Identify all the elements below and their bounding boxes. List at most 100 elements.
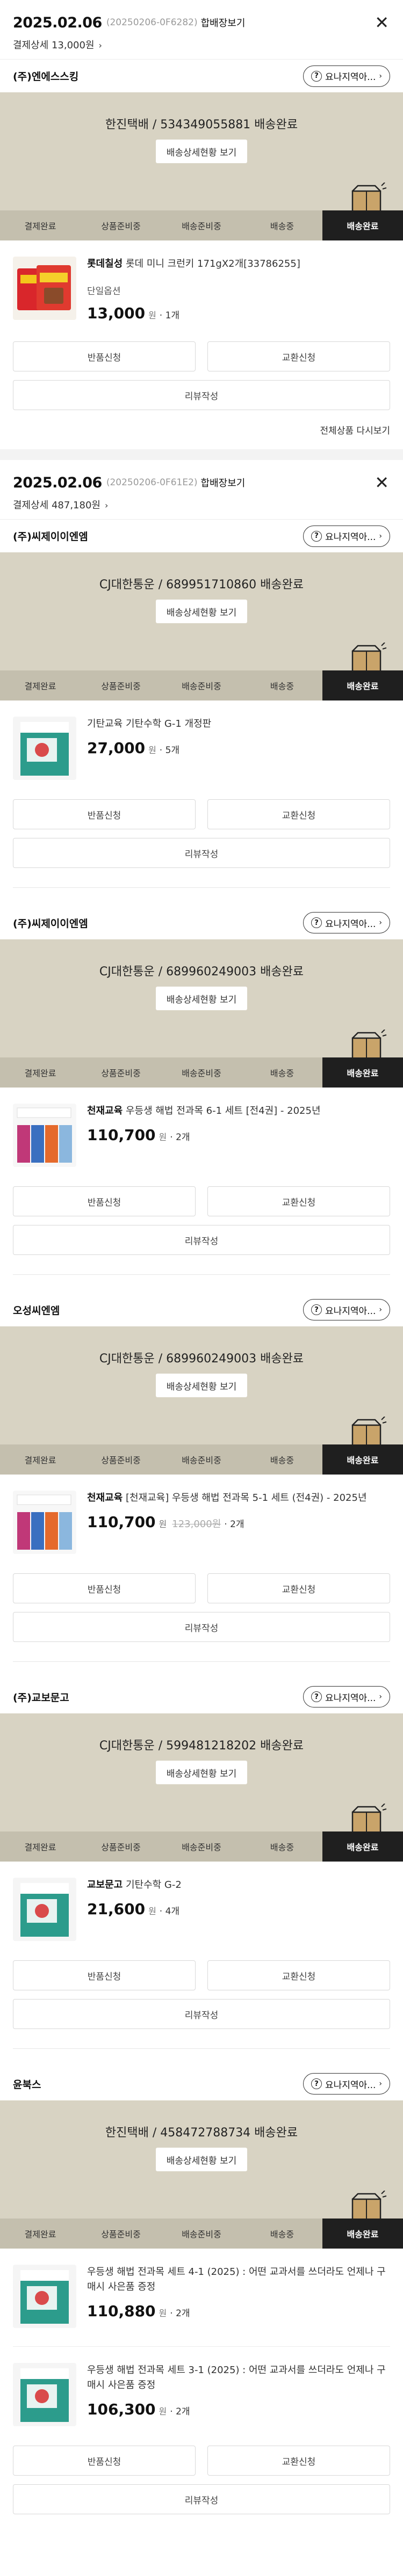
delivery-step: 상품준비중 — [101, 2229, 141, 2239]
item-title[interactable]: 우등생 해법 전과목 세트 3-1 (2025) : 어떤 교과서를 쓰더라도 … — [87, 2363, 390, 2393]
tracking-detail-button[interactable]: 배송상세현황 보기 — [156, 600, 247, 623]
review-button[interactable]: 리뷰작성 — [13, 1225, 390, 1255]
seller-help-button[interactable]: ? 요나지역아... › — [303, 1299, 390, 1320]
tracking-detail-button[interactable]: 배송상세현황 보기 — [156, 2148, 247, 2171]
item-title[interactable]: 교보문고 기탄수학 G-2 — [87, 1878, 390, 1893]
return-button[interactable]: 반품신청 — [13, 1960, 196, 1990]
box-icon — [349, 2190, 387, 2223]
seller-help-button[interactable]: ? 요나지역아... › — [303, 525, 390, 547]
delivery-step: 배송중 — [270, 681, 294, 691]
action-buttons: 반품신청 교환신청리뷰작성 — [0, 1941, 403, 2029]
delivery-step: 배송준비중 — [182, 681, 221, 691]
tracking-detail-button[interactable]: 배송상세현황 보기 — [156, 987, 247, 1010]
tracking-detail-button[interactable]: 배송상세현황 보기 — [156, 140, 247, 163]
action-buttons: 반품신청 교환신청리뷰작성 — [0, 1167, 403, 1255]
price-line: 110,700 원 123,000원 · 2개 — [87, 1513, 390, 1531]
item-title[interactable]: 기탄교육 기탄수학 G-1 개정판 — [87, 717, 390, 732]
price-line: 27,000 원 · 5개 — [87, 739, 390, 757]
order-separator — [0, 449, 403, 460]
delivery-step: 결제완료 — [24, 2229, 56, 2239]
review-button[interactable]: 리뷰작성 — [13, 1999, 390, 2029]
delivery-tracking-text: CJ대한통운 / 689960249003 배송완료 — [99, 965, 304, 979]
product-thumbnail[interactable] — [13, 1104, 76, 1167]
delivery-step: 상품준비중 — [101, 1068, 141, 1078]
order-date: 2025.02.06 — [13, 14, 102, 31]
box-icon — [349, 1029, 387, 1062]
box-icon — [349, 1803, 387, 1836]
payment-detail-text: 결제상세 487,180원 — [13, 500, 100, 511]
action-row: 반품신청 교환신청 — [13, 341, 390, 371]
exchange-button[interactable]: 교환신청 — [207, 2446, 390, 2476]
payment-detail-link[interactable]: 결제상세 13,000원 › — [0, 33, 403, 52]
item-title[interactable]: 우등생 해법 전과목 세트 4-1 (2025) : 어떤 교과서를 쓰더라도 … — [87, 2265, 390, 2295]
action-row: 반품신청 교환신청 — [13, 2446, 390, 2476]
seller-name: (주)엔에스스킹 — [13, 71, 79, 83]
seller-name: (주)씨제이이엔엠 — [13, 917, 88, 930]
view-all-products-link[interactable]: 전체상품 다시보기 — [0, 410, 403, 449]
seller-help-button[interactable]: ? 요나지역아... › — [303, 912, 390, 933]
review-button[interactable]: 리뷰작성 — [13, 380, 390, 410]
return-button[interactable]: 반품신청 — [13, 2446, 196, 2476]
product-thumbnail[interactable] — [13, 2363, 76, 2426]
delivery-steps: 결제완료 상품준비중 배송준비중 배송중 배송완료 — [0, 1831, 403, 1862]
exchange-button[interactable]: 교환신청 — [207, 1573, 390, 1603]
product-thumbnail[interactable] — [13, 717, 76, 780]
action-row: 반품신청 교환신청 — [13, 1960, 390, 1990]
item-info: 롯데칠성 롯데 미니 크런키 171gX2개[33786255] 단일옵션 13,0… — [76, 257, 390, 322]
exchange-button[interactable]: 교환신청 — [207, 799, 390, 829]
item-title[interactable]: 천재교육 우등생 해법 전과목 6-1 세트 [전4권] - 2025년 — [87, 1104, 390, 1119]
delivery-step: 결제완료 — [24, 1068, 56, 1078]
return-button[interactable]: 반품신청 — [13, 1573, 196, 1603]
delivery-status-panel: CJ대한통운 / 689960249003 배송완료 배송상세현황 보기 결제완료 상… — [0, 1326, 403, 1475]
order-number: (20250206-0F61E2) — [106, 477, 198, 488]
tracking-detail-button[interactable]: 배송상세현황 보기 — [156, 1374, 247, 1397]
product-thumbnail[interactable] — [13, 257, 76, 320]
delivery-step: 배송준비중 — [182, 2229, 221, 2239]
return-button[interactable]: 반품신청 — [13, 1186, 196, 1216]
item-name: 기탄교육 기탄수학 G-1 개정판 — [87, 718, 212, 729]
product-thumbnail[interactable] — [13, 2265, 76, 2328]
seller-row: (주)엔에스스킹 ? 요나지역아... › — [0, 59, 403, 92]
product-thumbnail[interactable] — [13, 1878, 76, 1941]
delivery-step: 배송준비중 — [182, 1455, 221, 1465]
delivery-step: 배송완료 — [322, 210, 403, 240]
tracking-detail-button[interactable]: 배송상세현황 보기 — [156, 1761, 247, 1784]
payment-detail-link[interactable]: 결제상세 487,180원 › — [0, 493, 403, 512]
chevron-right-icon: › — [379, 2079, 382, 2088]
item-option: 단일옵션 — [87, 286, 121, 297]
item-info: 우등생 해법 전과목 세트 3-1 (2025) : 어떤 교과서를 쓰더라도 … — [76, 2363, 390, 2426]
exchange-button[interactable]: 교환신청 — [207, 1186, 390, 1216]
delivery-step: 배송준비중 — [182, 221, 221, 231]
delivery-step: 배송준비중 — [182, 1842, 221, 1852]
currency-unit: 원 — [159, 1132, 167, 1142]
combined-pack-link[interactable]: 합배장보기 — [201, 476, 246, 490]
close-icon[interactable]: ✕ — [375, 14, 389, 31]
price-line: 13,000 원 · 1개 — [87, 304, 390, 322]
item-title[interactable]: 롯데칠성 롯데 미니 크런키 171gX2개[33786255] — [87, 257, 390, 272]
return-button[interactable]: 반품신청 — [13, 799, 196, 829]
return-button[interactable]: 반품신청 — [13, 341, 196, 371]
seller-name: 오성씨엔엠 — [13, 1304, 60, 1317]
question-icon: ? — [311, 530, 322, 542]
seller-help-button[interactable]: ? 요나지역아... › — [303, 2073, 390, 2095]
delivery-step: 상품준비중 — [101, 1455, 141, 1465]
product-thumbnail[interactable] — [13, 1491, 76, 1554]
item-name: 우등생 해법 전과목 6-1 세트 [전4권] - 2025년 — [123, 1105, 321, 1116]
review-button[interactable]: 리뷰작성 — [13, 838, 390, 868]
review-button[interactable]: 리뷰작성 — [13, 2484, 390, 2514]
review-button[interactable]: 리뷰작성 — [13, 1612, 390, 1642]
close-icon[interactable]: ✕ — [375, 474, 389, 491]
exchange-button[interactable]: 교환신청 — [207, 1960, 390, 1990]
item-info: 교보문고 기탄수학 G-2 21,600 원 · 4개 — [76, 1878, 390, 1941]
exchange-button[interactable]: 교환신청 — [207, 341, 390, 371]
item-price: 110,700 — [87, 1126, 156, 1144]
combined-pack-link[interactable]: 합배장보기 — [201, 16, 246, 30]
seller-help-button[interactable]: ? 요나지역아... › — [303, 1686, 390, 1707]
box-icon — [349, 182, 387, 215]
currency-unit: 원 — [159, 2406, 167, 2417]
question-icon: ? — [311, 1691, 322, 1702]
delivery-tracking-text: CJ대한통운 / 689960249003 배송완료 — [99, 1352, 304, 1366]
seller-help-button[interactable]: ? 요나지역아... › — [303, 65, 390, 87]
item-info: 천재교육 [천재교육] 우등생 해법 전과목 5-1 세트 (전4권) - 20… — [76, 1491, 390, 1554]
item-title[interactable]: 천재교육 [천재교육] 우등생 해법 전과목 5-1 세트 (전4권) - 20… — [87, 1491, 390, 1506]
